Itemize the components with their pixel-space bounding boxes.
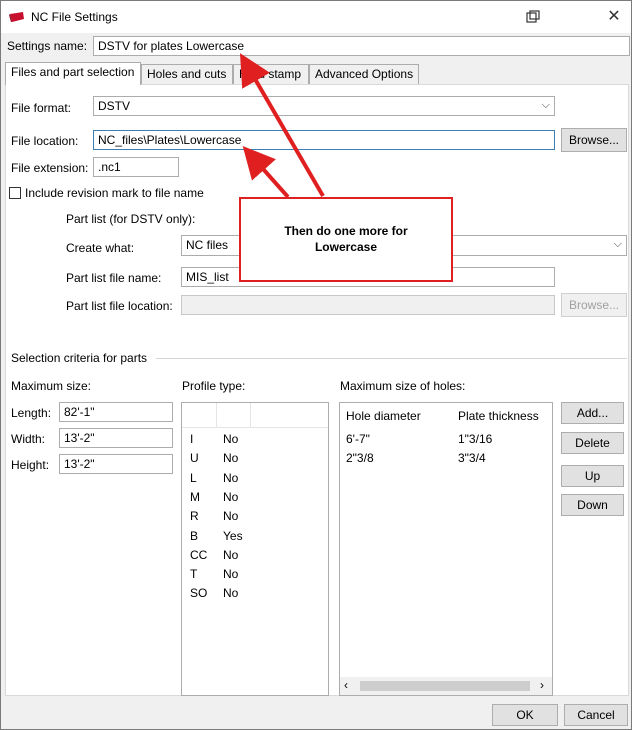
profile-type-label: Profile type: (182, 379, 246, 393)
move-down-button[interactable]: Down (561, 494, 624, 516)
list-item[interactable]: U No (182, 450, 328, 468)
part-list-browse-button: Browse... (561, 293, 627, 317)
profile-list-header (182, 403, 328, 428)
list-item[interactable]: L No (182, 470, 328, 488)
tab-advanced-options[interactable]: Advanced Options (309, 64, 419, 84)
profile-value-cell: No (223, 586, 239, 601)
list-item[interactable]: I No (182, 431, 328, 449)
part-list-file-name-label: Part list file name: (66, 271, 162, 285)
length-label: Length: (11, 406, 52, 420)
profile-value-cell: No (223, 432, 239, 446)
profile-type-cell: M (190, 489, 200, 504)
window-title: NC File Settings (31, 10, 118, 24)
part-list-file-location-label: Part list file location: (66, 299, 173, 313)
delete-hole-button[interactable]: Delete (561, 432, 624, 454)
profile-type-cell: L (190, 470, 197, 485)
list-item[interactable]: SO No (182, 585, 328, 603)
plate-thickness-header: Plate thickness (458, 409, 539, 423)
group-divider (156, 358, 627, 359)
holes-table[interactable]: Hole diameter Plate thickness 6'-7" 1"3/… (339, 402, 553, 696)
profile-value-cell: No (223, 489, 239, 504)
profile-value-cell: No (223, 451, 239, 466)
profile-value-cell: No (223, 470, 239, 485)
annotation-callout: Then do one more for Lowercase (239, 197, 453, 282)
profile-type-cell: SO (190, 586, 208, 601)
height-field[interactable]: 13'-2" (59, 454, 173, 474)
file-location-browse-button[interactable]: Browse... (561, 128, 627, 152)
revision-mark-label: Include revision mark to file name (25, 186, 204, 200)
profile-type-cell: R (190, 509, 199, 524)
profile-value-cell: No (223, 547, 239, 562)
profile-value-cell: No (223, 509, 239, 524)
width-field[interactable]: 13'-2" (59, 428, 173, 448)
length-field[interactable]: 82'-1" (59, 402, 173, 422)
close-icon[interactable]: ✕ (604, 7, 624, 27)
file-format-label: File format: (11, 101, 72, 115)
list-item[interactable]: T No (182, 566, 328, 584)
list-item[interactable]: B Yes (182, 528, 328, 546)
part-list-header: Part list (for DSTV only): (66, 212, 196, 226)
add-hole-button[interactable]: Add... (561, 402, 624, 424)
chevron-right-icon[interactable]: › (540, 678, 544, 692)
height-label: Height: (11, 458, 50, 472)
tab-hard-stamp[interactable]: Hard stamp (233, 64, 309, 84)
maximum-size-label: Maximum size: (11, 379, 92, 393)
max-holes-label: Maximum size of holes: (340, 379, 466, 393)
tab-files-and-part-selection[interactable]: Files and part selection (5, 62, 141, 85)
settings-name-label: Settings name: (7, 39, 88, 53)
profile-type-cell: CC (190, 547, 208, 562)
file-format-select[interactable]: DSTV ⌵ (93, 96, 555, 116)
profile-type-cell: U (190, 451, 199, 466)
chevron-down-icon: ⌵ (613, 238, 622, 250)
file-extension-field[interactable]: .nc1 (93, 157, 179, 177)
revision-mark-checkbox[interactable] (9, 187, 21, 199)
scrollbar-thumb[interactable] (360, 681, 530, 691)
ok-button[interactable]: OK (492, 704, 558, 726)
nc-file-settings-dialog: NC File Settings ✕ Settings name: DSTV f… (0, 0, 632, 730)
selection-criteria-title: Selection criteria for parts (11, 351, 148, 365)
file-location-label: File location: (11, 134, 79, 148)
profile-type-list[interactable]: I No U No L No M No R No B Yes CC No T No SO No (181, 402, 329, 696)
create-what-value: NC files (186, 238, 229, 252)
nc-file-icon (9, 12, 24, 22)
horizontal-scrollbar[interactable]: ‹ › (340, 677, 552, 695)
file-format-value: DSTV (98, 99, 131, 113)
hole-diameter-header: Hole diameter (346, 409, 421, 423)
list-item[interactable]: M No (182, 489, 328, 507)
title-bar: NC File Settings ✕ (1, 1, 631, 33)
list-item[interactable]: CC No (182, 547, 328, 565)
profile-type-cell: B (190, 528, 199, 543)
hole-diameter-cell: 6'-7" (346, 432, 370, 446)
profile-value-cell: No (223, 567, 239, 582)
chevron-down-icon: ⌵ (541, 99, 550, 111)
move-up-button[interactable]: Up (561, 465, 624, 487)
file-extension-label: File extension: (11, 161, 89, 175)
profile-value-cell: Yes (223, 528, 243, 543)
file-location-field[interactable]: NC_files\Plates\Lowercase (93, 130, 555, 150)
profile-type-cell: I (190, 432, 194, 446)
cancel-button[interactable]: Cancel (564, 704, 628, 726)
width-label: Width: (11, 432, 46, 446)
part-list-file-location-field (181, 295, 555, 315)
profile-type-cell: T (190, 567, 198, 582)
plate-thickness-cell: 3"3/4 (458, 451, 486, 465)
settings-name-field[interactable]: DSTV for plates Lowercase (93, 36, 630, 56)
hole-diameter-cell: 2"3/8 (346, 451, 374, 465)
create-what-label: Create what: (66, 241, 135, 255)
plate-thickness-cell: 1"3/16 (458, 432, 493, 446)
tab-holes-and-cuts[interactable]: Holes and cuts (141, 64, 233, 84)
annotation-text: Then do one more for Lowercase (284, 224, 408, 254)
window-restore-icon[interactable] (523, 7, 543, 27)
chevron-left-icon[interactable]: ‹ (344, 678, 348, 692)
list-item[interactable]: R No (182, 508, 328, 526)
